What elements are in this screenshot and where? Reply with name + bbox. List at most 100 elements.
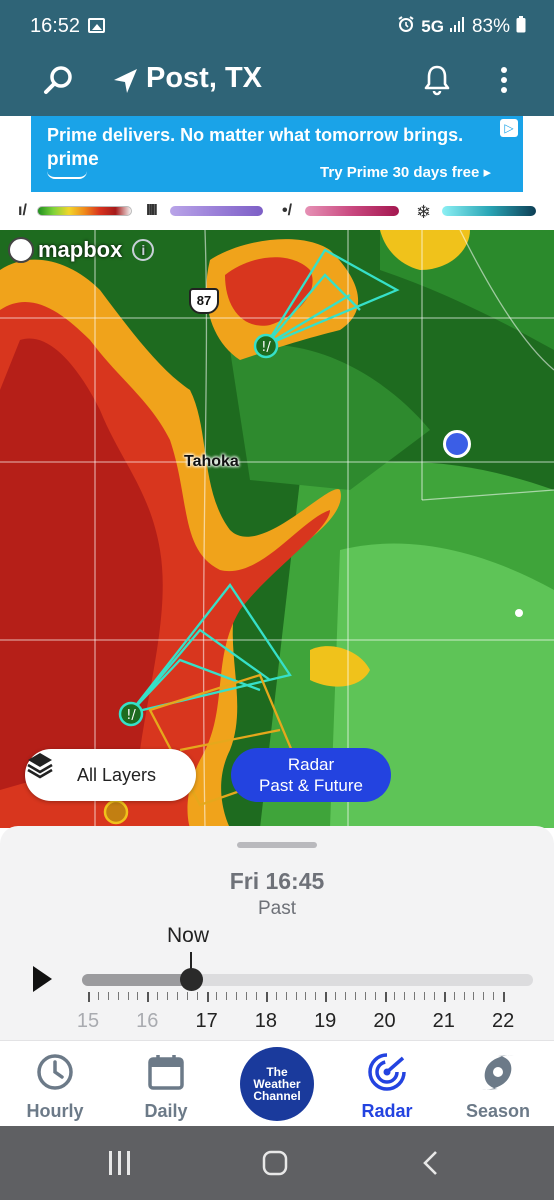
mapbox-mark-icon [8, 237, 34, 263]
now-label: Now [167, 924, 210, 947]
timeline-tick [424, 992, 426, 1000]
timeline-tick [88, 992, 90, 1002]
timeline-tick [256, 992, 258, 1000]
radar-map[interactable]: !/ !/ mapbox i 87 Tahoka All Layers Rada… [0, 230, 554, 828]
timeline-tick [216, 992, 218, 1000]
hour-label: 18 [254, 1010, 278, 1032]
radar-icon [342, 1053, 432, 1091]
status-bar: 16:52 5G 83% [0, 0, 554, 54]
timeline-progress [82, 974, 192, 986]
hour-label: 21 [432, 1010, 455, 1032]
more-options-icon[interactable] [496, 64, 512, 101]
tab-season[interactable]: Season [453, 1053, 543, 1122]
all-layers-button[interactable]: All Layers [25, 749, 196, 801]
tab-radar-label: Radar [361, 1101, 413, 1121]
sheet-handle[interactable] [237, 842, 317, 848]
signal-icon [449, 16, 466, 38]
sleet-legend-bar [305, 206, 399, 216]
status-time: 16:52 [30, 15, 81, 37]
timeline-tick [127, 992, 129, 1000]
adchoices-icon[interactable]: ▷ [500, 119, 518, 137]
timeline-ticks [82, 992, 533, 1002]
timeline-tick [167, 992, 169, 1000]
timeline-tick [305, 992, 307, 1000]
back-icon[interactable] [422, 1150, 440, 1181]
radar-past-future-button[interactable]: Radar Past & Future [231, 748, 391, 802]
recent-apps-icon[interactable] [108, 1150, 132, 1181]
location-title[interactable]: Post, TX [146, 62, 262, 95]
timeline-tick [275, 992, 277, 1000]
app-header: Post, TX [0, 54, 554, 116]
svg-text:!/: !/ [261, 340, 271, 355]
alarm-icon [397, 15, 415, 39]
timeline-tick [354, 992, 356, 1000]
map-info-icon[interactable]: i [132, 239, 155, 261]
notifications-bell-icon[interactable] [423, 64, 451, 101]
timeline-tick [384, 992, 387, 1002]
sleet-icon: •/ [282, 202, 293, 219]
timeline-tick [315, 992, 317, 1000]
timeline-tick [364, 992, 366, 1000]
ad-cta[interactable]: Try Prime 30 days free ▸ [320, 163, 491, 181]
hour-label: 15 [76, 1010, 100, 1032]
timeline-tick [394, 992, 396, 1000]
timeline-tick [325, 992, 328, 1002]
tab-daily-label: Daily [144, 1101, 188, 1121]
snow-legend-bar [442, 206, 536, 216]
highway-shield: 87 [189, 288, 219, 314]
timeline-tick [137, 992, 139, 1000]
play-icon[interactable] [33, 966, 52, 992]
radar-past-future-label: Radar Past & Future [259, 755, 363, 795]
hour-label: 16 [136, 1010, 159, 1032]
tab-hourly[interactable]: Hourly [10, 1053, 100, 1122]
battery-percent: 83% [471, 16, 510, 37]
location-arrow-icon [111, 66, 141, 101]
timeline-tick [226, 992, 228, 1000]
timeline-tick [97, 992, 99, 1000]
search-icon[interactable] [42, 64, 76, 103]
hour-label: 20 [373, 1010, 396, 1032]
ad-banner[interactable]: Prime delivers. No matter what tomorrow … [31, 116, 523, 192]
timeline-tick [463, 992, 465, 1000]
timeline-tick [246, 992, 248, 1000]
home-icon[interactable] [262, 1150, 288, 1181]
timeline-tick [157, 992, 159, 1000]
rain-icon: ı/ [18, 202, 27, 219]
radar-overlay: !/ !/ [0, 230, 554, 828]
timeline-tick [285, 992, 287, 1000]
timeline-tick [335, 992, 337, 1000]
timeline-tick [374, 992, 376, 1000]
timeline-scrubber[interactable] [180, 968, 203, 991]
mix-icon: IIII [146, 202, 158, 219]
mapbox-wordmark: mapbox [38, 237, 123, 262]
weather-channel-logo[interactable]: The Weather Channel [240, 1047, 314, 1121]
precip-legend: ı/ IIII •/ ❄ [0, 192, 554, 230]
tab-daily[interactable]: Daily [121, 1053, 211, 1122]
all-layers-label: All Layers [76, 764, 157, 785]
svg-text:!/: !/ [126, 708, 136, 723]
ad-brand: prime [47, 149, 99, 170]
tab-radar[interactable]: Radar [342, 1053, 432, 1122]
timeline-time: Fri 16:45 [229, 868, 325, 894]
city-label: Tahoka [184, 453, 239, 470]
timeline-tick [473, 992, 475, 1000]
clock-icon [10, 1053, 100, 1091]
timeline-tick [493, 992, 495, 1000]
timeline-tick [483, 992, 485, 1000]
timeline-tick [206, 992, 209, 1002]
current-location-dot[interactable] [443, 430, 471, 458]
amazon-smile-icon [47, 171, 87, 179]
calendar-icon [121, 1053, 211, 1091]
twc-logo-line3: Channel [253, 1089, 301, 1103]
timeline-tick [414, 992, 416, 1000]
tab-season-label: Season [465, 1101, 531, 1121]
timeline-tick [265, 992, 268, 1002]
timeline-tick [453, 992, 455, 1000]
timeline-tick [176, 992, 178, 1000]
mapbox-logo: mapbox i [8, 237, 155, 263]
timeline-tick [443, 992, 446, 1002]
timeline-tick [404, 992, 406, 1000]
timeline-tick [503, 992, 506, 1002]
timeline-tick [433, 992, 435, 1000]
rain-legend-bar [37, 206, 132, 216]
